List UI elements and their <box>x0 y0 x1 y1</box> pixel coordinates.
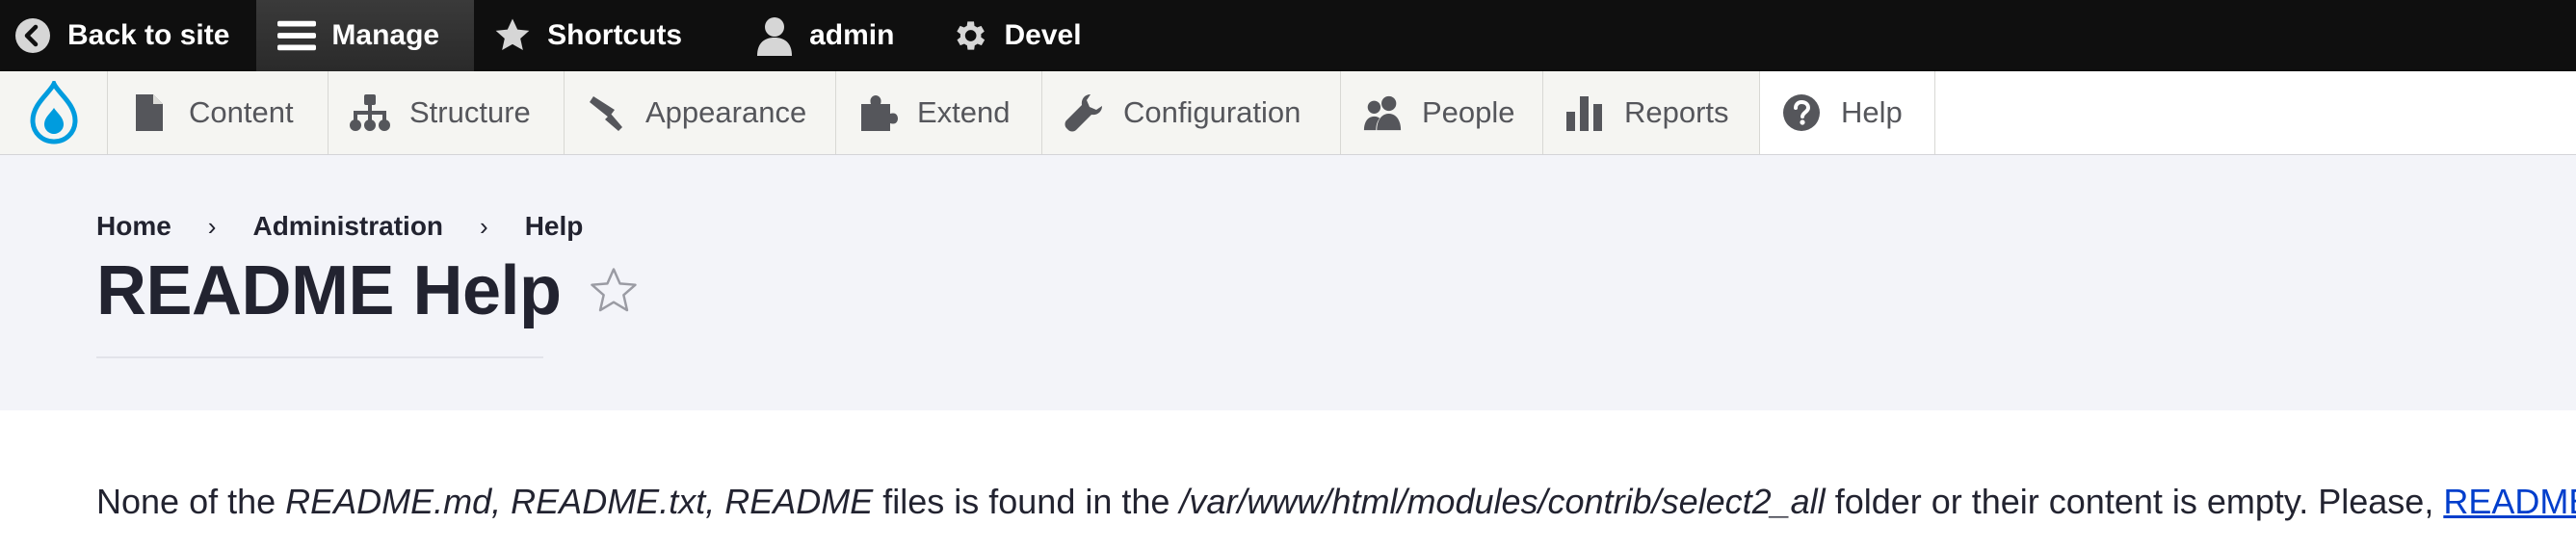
paintbrush-icon <box>586 92 626 133</box>
menu-item-structure-label: Structure <box>409 95 531 129</box>
menu-item-content[interactable]: Content <box>108 71 329 154</box>
help-icon <box>1781 92 1822 133</box>
menu-item-reports-label: Reports <box>1624 95 1729 129</box>
devel-tab[interactable]: Devel <box>942 0 1108 71</box>
menu-item-help[interactable]: Help <box>1760 71 1935 154</box>
puzzle-icon <box>857 92 898 133</box>
message-text: files is found in the <box>873 482 1180 521</box>
drupal-logo[interactable] <box>0 71 108 154</box>
menu-item-extend-label: Extend <box>917 95 1011 129</box>
breadcrumb-home[interactable]: Home <box>96 211 171 242</box>
page-header: Home › Administration › Help README Help <box>0 155 2576 410</box>
menu-item-content-label: Content <box>189 95 294 129</box>
page-title-row: README Help <box>96 251 641 330</box>
menu-item-configuration[interactable]: Configuration <box>1042 71 1341 154</box>
add-shortcut-star-icon[interactable] <box>587 264 641 318</box>
menu-item-extend[interactable]: Extend <box>836 71 1042 154</box>
menu-item-structure[interactable]: Structure <box>329 71 565 154</box>
menu-item-configuration-label: Configuration <box>1123 95 1301 129</box>
message-text: None of the <box>96 482 286 521</box>
shortcuts-label: Shortcuts <box>547 19 683 51</box>
message-module-path: /var/www/html/modules/contrib/select2_al… <box>1179 482 1826 521</box>
menu-item-appearance[interactable]: Appearance <box>565 71 836 154</box>
shortcuts-tab[interactable]: Shortcuts <box>474 0 736 71</box>
sitemap-icon <box>350 92 390 133</box>
menu-item-people-label: People <box>1422 95 1515 129</box>
page-title: README Help <box>96 252 562 329</box>
back-to-site-label: Back to site <box>67 19 230 51</box>
breadcrumb: Home › Administration › Help <box>96 211 583 242</box>
drupal-drop-icon <box>29 81 78 144</box>
back-to-site-link[interactable]: Back to site <box>0 0 256 71</box>
menu-item-reports[interactable]: Reports <box>1543 71 1760 154</box>
gear-icon <box>950 16 988 55</box>
user-label: admin <box>809 19 895 51</box>
bar-chart-icon <box>1564 92 1605 133</box>
admin-toolbar: Back to site Manage Shortcuts admin Deve… <box>0 0 2576 71</box>
people-icon <box>1362 92 1403 133</box>
menu-item-people[interactable]: People <box>1341 71 1543 154</box>
document-icon <box>129 92 170 133</box>
breadcrumb-separator: › <box>207 211 217 241</box>
user-tab[interactable]: admin <box>736 0 942 71</box>
user-icon <box>755 16 794 56</box>
message-readme-files: README.md, README.txt, README <box>285 482 874 521</box>
title-divider <box>96 356 543 358</box>
breadcrumb-administration[interactable]: Administration <box>252 211 443 242</box>
message-text: folder or their content is empty. Please… <box>1825 482 2444 521</box>
breadcrumb-help[interactable]: Help <box>525 211 584 242</box>
wrench-icon <box>1064 92 1104 133</box>
menu-item-appearance-label: Appearance <box>645 95 807 129</box>
devel-label: Devel <box>1004 19 1082 51</box>
menu-item-help-label: Help <box>1841 95 1903 129</box>
hamburger-menu-icon <box>277 16 317 55</box>
readme-missing-message: None of the README.md, README.txt, READM… <box>96 482 2576 522</box>
readme-link[interactable]: README <box>2443 482 2576 521</box>
chevron-left-circle-icon <box>13 16 52 55</box>
manage-label: Manage <box>331 19 440 51</box>
star-icon <box>493 16 532 55</box>
manage-tab[interactable]: Manage <box>256 0 475 71</box>
breadcrumb-separator: › <box>480 211 488 241</box>
admin-menu-tray: Content Structure Appearance Extend Conf… <box>0 71 2576 155</box>
